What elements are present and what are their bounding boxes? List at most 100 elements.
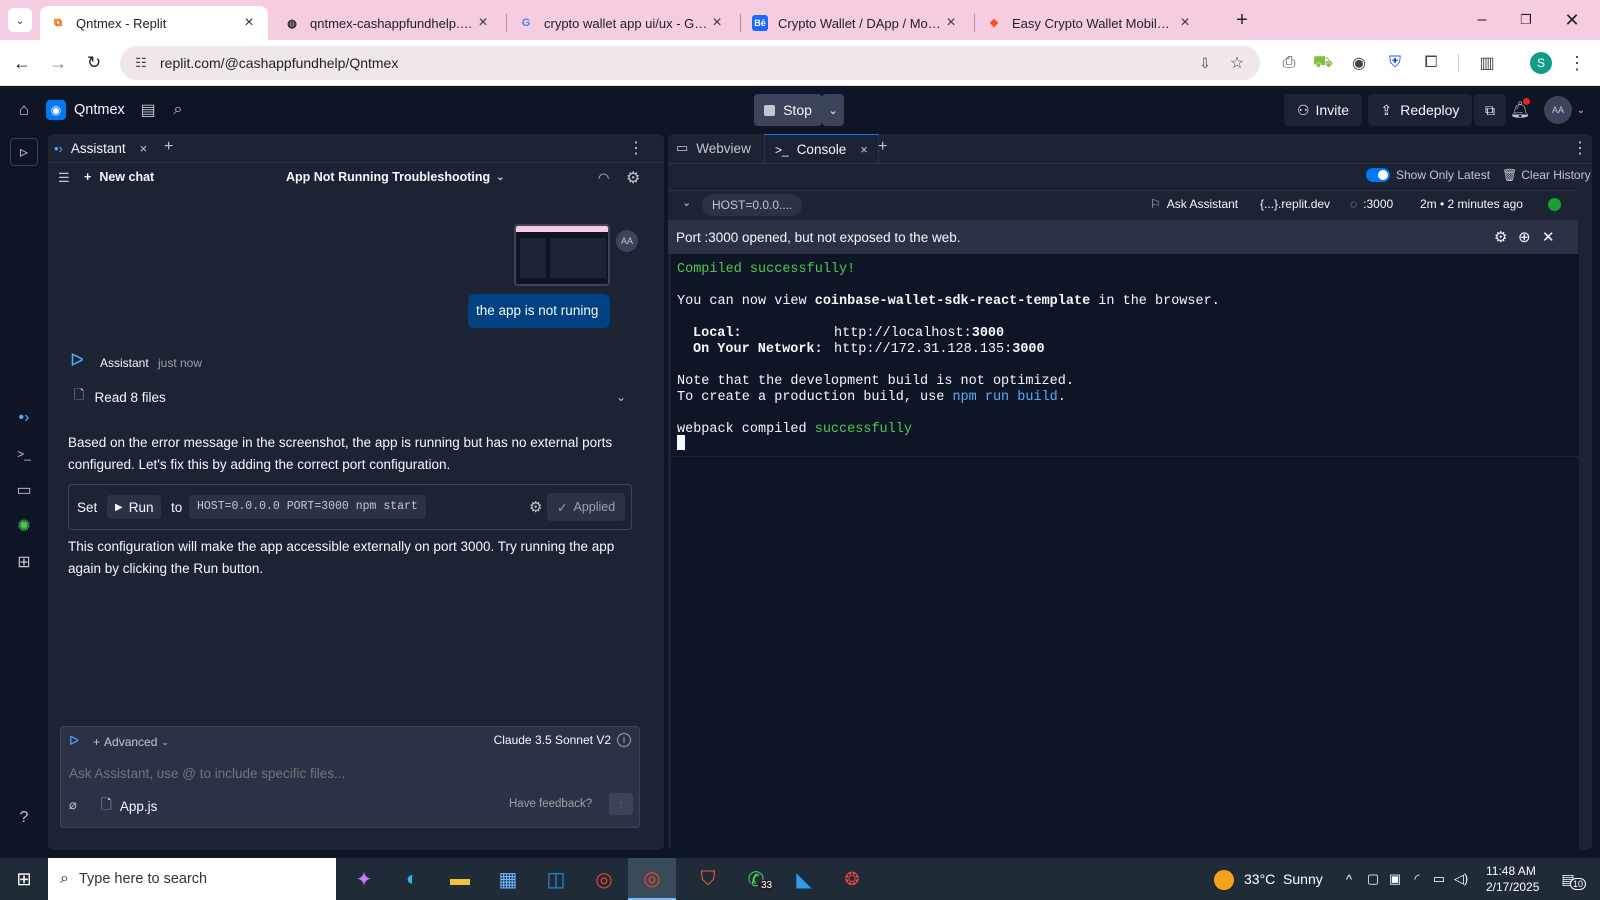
ask-assistant-button[interactable]: ⚐ Ask Assistant [1150,197,1238,211]
dev-domain-link[interactable]: {...}.replit.dev [1260,197,1330,211]
microsoft-store-icon[interactable]: ▦ [484,858,532,900]
chat-title-dropdown[interactable]: App Not Running Troubleshooting ⌄ [286,170,505,184]
back-icon[interactable]: ← [10,51,34,75]
forward-icon[interactable]: → [46,51,70,75]
info-icon[interactable]: i [617,733,631,747]
collapse-chevron-icon[interactable]: ⌄ [682,196,691,209]
restore-window-icon[interactable]: ❐ [1514,8,1538,32]
pane-menu-icon[interactable]: ⋮ [628,138,644,158]
dismiss-notice-icon[interactable]: ✕ [1542,228,1555,246]
add-tab-icon[interactable]: + [878,138,887,156]
tab-console[interactable]: >_ Console × [764,134,879,164]
notifications-bell-icon[interactable]: 🔔︎ [1508,98,1532,122]
browser-tab-behance[interactable]: Bē Crypto Wallet / DApp / Mobile × [742,6,970,40]
show-hidden-icons-chevron[interactable]: ^ [1340,869,1358,889]
clock-time[interactable]: 11:48 AM [1486,864,1536,878]
close-tab-icon[interactable]: × [860,142,868,157]
feedback-link[interactable]: Have feedback? [509,798,592,810]
reading-list-icon[interactable]: ▥ [1476,52,1498,74]
install-app-icon[interactable]: ⇩ [1196,54,1214,72]
windows-start-icon[interactable]: ⊞ [0,858,48,900]
expose-globe-icon[interactable]: ⊕ [1518,228,1531,246]
extension-printer-icon[interactable]: ⎙ [1278,52,1300,74]
user-avatar[interactable]: AA [1544,96,1572,124]
read-files-collapsible[interactable]: 🗋︎ Read 8 files ⌄ [74,386,626,408]
chrome-profile-icon[interactable]: ◎ [628,858,676,900]
new-tab-button[interactable]: + [1230,8,1254,32]
profile-avatar[interactable]: S [1530,52,1552,74]
address-bar[interactable]: ☷ replit.com/@cashappfundhelp/Qntmex ⇩ ☆ [120,46,1260,80]
console-scrollbar[interactable] [1580,194,1588,834]
close-tab-icon[interactable]: × [140,141,148,156]
battery-icon[interactable]: ▭ [1430,869,1448,889]
run-options-chevron[interactable]: ⌄ [822,94,844,126]
edge-icon[interactable]: ◐ [388,858,436,900]
close-window-icon[interactable]: ✕ [1560,8,1584,32]
pane-menu-icon[interactable]: ⋮ [1572,138,1588,158]
app-window-icon[interactable]: ❂ [828,858,876,900]
assistant-tool-icon[interactable]: •› [12,406,36,430]
mode-dropdown[interactable]: + Advanced ⌄ [93,735,169,749]
browser-tab-figma[interactable]: ❖ Easy Crypto Wallet Mobile App × [976,6,1204,40]
extensions-puzzle-icon[interactable]: ⧠ [1420,52,1442,74]
help-icon[interactable]: ? [12,806,36,830]
tray-display-icon[interactable]: ▣ [1386,869,1404,889]
vscode-icon[interactable]: ◣ [780,858,828,900]
chat-history-icon[interactable]: ☰ [58,170,70,186]
minimize-window-icon[interactable]: – [1470,8,1494,32]
deployments-tool-icon[interactable]: ✺ [12,514,36,538]
send-button[interactable]: ↑ [609,793,633,815]
console-output[interactable]: Compiled successfully! You can now view … [671,254,1579,854]
tab-search-button[interactable]: ⌄ [8,8,32,32]
search-icon[interactable]: ⌕ [166,98,190,122]
whatsapp-icon[interactable]: ✆ 33 [732,858,780,900]
weather-text[interactable]: 33°C Sunny [1244,871,1323,887]
assistant-prompt-input[interactable] [69,761,629,785]
settings-gear-icon[interactable]: ⚙ [626,168,640,188]
reload-icon[interactable]: ↻ [82,51,106,75]
browser-tab-google[interactable]: G crypto wallet app ui/ux - Googl × [508,6,736,40]
close-tab-icon[interactable]: × [942,14,960,32]
home-icon[interactable]: ⌂ [12,98,36,122]
port-settings-gear-icon[interactable]: ⚙ [1494,228,1507,246]
tab-assistant[interactable]: •› Assistant × [54,134,147,162]
account-menu-chevron[interactable]: ⌄ [1574,100,1588,120]
file-context-chip[interactable]: 🗋︎ App.js [101,795,157,818]
outlook-icon[interactable]: ◫ [532,858,580,900]
screenshot-attachment[interactable] [514,224,610,286]
close-tab-icon[interactable]: × [1176,14,1194,32]
file-explorer-icon[interactable]: ▬ [436,858,484,900]
chrome-icon[interactable]: ◎ [580,858,628,900]
show-only-latest-toggle[interactable]: Show Only Latest [1366,168,1490,182]
process-chip[interactable]: HOST=0.0.0.... [702,194,803,216]
stop-button[interactable]: Stop [754,94,822,126]
bookmark-star-icon[interactable]: ☆ [1228,54,1246,72]
close-tab-icon[interactable]: × [474,14,492,32]
project-switcher[interactable]: ◉ Qntmex [46,96,125,124]
redeploy-button[interactable]: ⇪ Redeploy [1368,94,1472,126]
usage-gauge-icon[interactable]: ◠ [598,170,609,186]
browser-tab-qntmex[interactable]: ⧉ Qntmex - Replit × [40,6,268,40]
clock-date[interactable]: 2/17/2025 [1486,880,1539,894]
extension-cart-icon[interactable]: ⛟ [1312,52,1334,74]
webview-tool-icon[interactable]: ▭ [12,478,36,502]
notification-center-icon[interactable]: ▤ 10 [1556,868,1587,890]
invite-button[interactable]: ⚇ Invite [1284,94,1362,126]
files-icon[interactable]: ▤ [136,98,160,122]
volume-icon[interactable]: ◁) [1452,869,1470,889]
new-chat-button[interactable]: + New chat [84,170,154,184]
extension-camera-icon[interactable]: ◉ [1348,52,1370,74]
browser-menu-icon[interactable]: ⋮ [1566,52,1588,74]
taskbar-search-box[interactable]: ⌕ Type here to search [48,858,336,900]
brave-icon[interactable]: ⛉ [684,858,732,900]
attach-paperclip-icon[interactable]: ⌀ [69,797,77,813]
close-tab-icon[interactable]: × [240,14,258,32]
shell-tool-icon[interactable]: >_ [12,442,36,466]
open-in-new-window-button[interactable]: ⧉ [1474,94,1506,126]
tab-webview[interactable]: ▭ Webview [676,134,751,162]
close-tab-icon[interactable]: × [708,14,726,32]
site-info-icon[interactable]: ☷ [132,54,150,72]
sidebar-toggle-icon[interactable]: ▹ [10,138,38,166]
browser-tab-webview[interactable]: ◍ qntmex-cashappfundhelp.replit × [274,6,502,40]
all-tools-icon[interactable]: ⊞ [12,550,36,574]
